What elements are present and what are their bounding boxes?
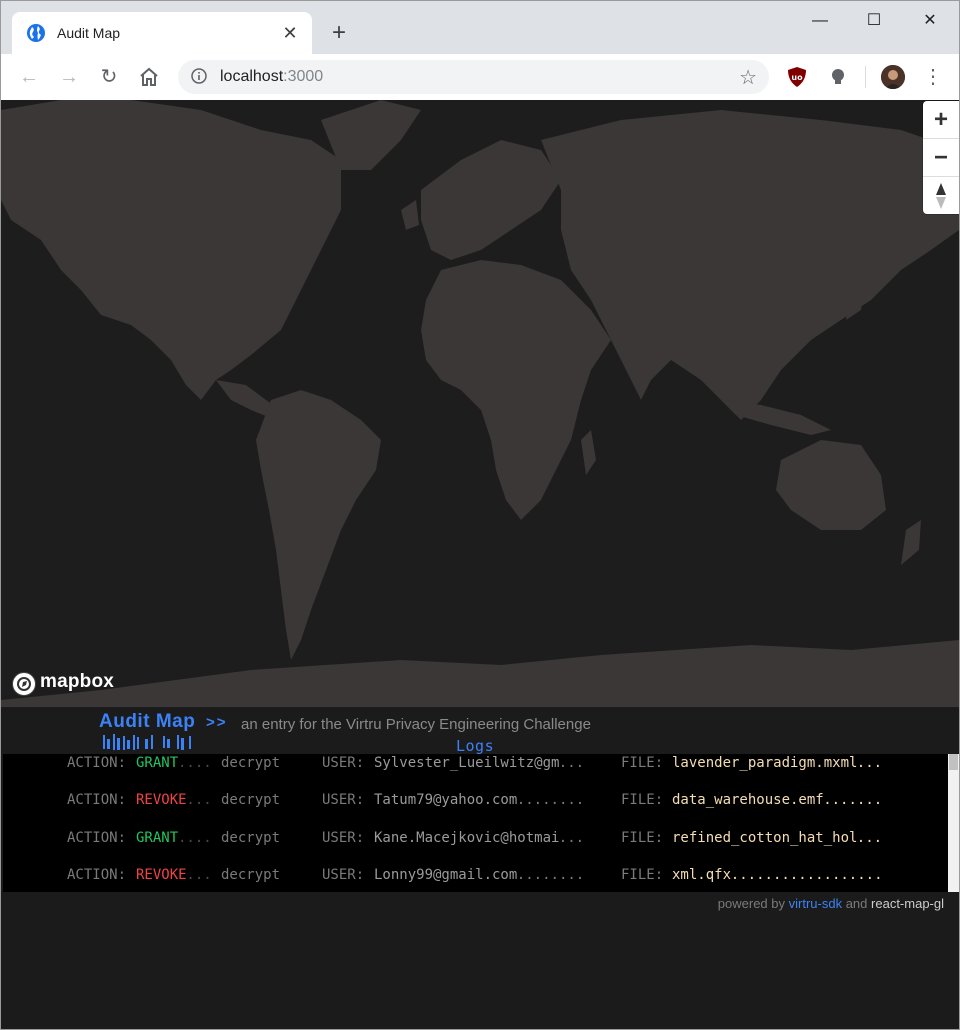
log-action-key: ACTION: [67, 792, 127, 808]
map-navigation-control: + − [923, 101, 959, 214]
log-action-padding: ... [186, 867, 212, 883]
react-map-gl-link[interactable]: react-map-gl [871, 896, 944, 911]
log-file-padding: ... [856, 830, 883, 846]
log-action-value: GRANT [136, 755, 179, 771]
info-icon[interactable] [191, 68, 207, 84]
log-file-padding: .................. [730, 867, 883, 883]
compass-icon [936, 183, 946, 209]
lightbulb-extension-icon[interactable] [827, 66, 849, 88]
header-arrows: >> [206, 714, 228, 731]
log-action-padding: ... [186, 792, 212, 808]
maximize-button[interactable]: ☐ [859, 9, 889, 33]
url-text: localhost:3000 [220, 68, 324, 85]
address-bar[interactable]: localhost:3000 ☆ [178, 60, 769, 94]
log-action-padding: .... [178, 755, 212, 771]
log-user-value: Sylvester_Lueilwitz@gm [374, 755, 560, 771]
app-header: Audit Map >> an entry for the Virtru Pri… [1, 706, 959, 755]
browser-window: Audit Map ✕ + — ☐ ✕ ← → ↻ localhost:3000… [0, 0, 960, 1030]
toolbar-separator [865, 66, 866, 88]
home-icon[interactable] [137, 65, 161, 89]
log-user-padding: ... [558, 755, 585, 771]
powered-by-text: powered by [717, 896, 785, 911]
mapbox-wordmark: mapbox [40, 671, 115, 692]
world-map[interactable] [1, 100, 959, 706]
log-action-key: ACTION: [67, 830, 127, 846]
forward-arrow-icon[interactable]: → [57, 65, 81, 89]
avatar-face-icon [881, 65, 905, 89]
zoom-out-button[interactable]: − [923, 139, 959, 177]
virtru-sdk-link[interactable]: virtru-sdk [789, 896, 842, 911]
log-operation: decrypt [221, 867, 281, 883]
title-bar: Audit Map ✕ + — ☐ ✕ [1, 1, 959, 54]
audit-log-list[interactable]: ACTION: GRANT.... decrypt USER: Sylvester_Lu… [3, 754, 948, 892]
log-file-value: refined_cotton_hat_hol [672, 830, 858, 846]
log-row[interactable]: ACTION: GRANT.... decrypt USER: Kane.Macejko… [3, 830, 948, 850]
profile-avatar[interactable] [881, 65, 905, 89]
log-action-key: ACTION: [67, 867, 127, 883]
log-action-padding: .... [178, 830, 212, 846]
log-user-key: USER: [322, 867, 365, 883]
log-file-value: data_warehouse.emf [672, 792, 824, 808]
browser-toolbar: ← → ↻ localhost:3000 ☆ uo ⋮ [1, 54, 959, 101]
mapbox-icon [12, 672, 36, 696]
log-file-padding: ....... [823, 792, 883, 808]
tab-close-icon[interactable]: ✕ [280, 23, 300, 43]
back-arrow-icon[interactable]: ← [17, 65, 41, 89]
log-file-key: FILE: [621, 830, 664, 846]
log-user-value: Lonny99@gmail.com [374, 867, 518, 883]
log-row[interactable]: ACTION: REVOKE... decrypt USER: Tatum79@yaho… [3, 792, 948, 812]
browser-tab[interactable]: Audit Map ✕ [12, 12, 312, 54]
log-file-key: FILE: [621, 867, 664, 883]
minimize-button[interactable]: — [805, 9, 835, 33]
log-action-value: REVOKE [136, 792, 187, 808]
app-brand-title: Audit Map [99, 711, 196, 732]
log-action-key: ACTION: [67, 755, 127, 771]
log-file-key: FILE: [621, 755, 664, 771]
compass-button[interactable] [923, 177, 959, 214]
log-file-key: FILE: [621, 792, 664, 808]
map-landmass [1, 100, 959, 706]
bookmark-star-icon[interactable]: ☆ [739, 65, 757, 90]
close-window-button[interactable]: ✕ [915, 9, 945, 33]
log-action-value: REVOKE [136, 867, 187, 883]
log-scrollbar[interactable] [948, 754, 959, 892]
globe-favicon-icon [27, 24, 45, 42]
log-user-padding: ........ [516, 792, 585, 808]
logs-label: Logs_ [456, 737, 504, 755]
log-operation: decrypt [221, 792, 281, 808]
log-user-key: USER: [322, 792, 365, 808]
reload-icon[interactable]: ↻ [97, 65, 121, 89]
log-file-padding: ... [856, 755, 883, 771]
zoom-in-button[interactable]: + [923, 101, 959, 139]
brand-glitch-decoration-icon [103, 734, 191, 750]
log-user-value: Kane.Macejkovic@hotmai [374, 830, 560, 846]
browser-menu-icon[interactable]: ⋮ [923, 65, 943, 89]
log-user-padding: ... [558, 830, 585, 846]
log-operation: decrypt [221, 830, 281, 846]
log-user-key: USER: [322, 755, 365, 771]
footer-credits: powered by virtru-sdk and react-map-gl [718, 896, 944, 911]
log-operation: decrypt [221, 755, 281, 771]
log-row[interactable]: ACTION: REVOKE... decrypt USER: Lonny99@gmai… [3, 867, 948, 887]
ublock-shield-icon[interactable]: uo [786, 66, 808, 88]
log-action-value: GRANT [136, 830, 179, 846]
and-text: and [845, 896, 868, 911]
log-scrollbar-thumb[interactable] [949, 754, 958, 770]
log-user-key: USER: [322, 830, 365, 846]
log-row[interactable]: ACTION: GRANT.... decrypt USER: Sylvester_Lu… [3, 755, 948, 775]
log-user-padding: ........ [516, 867, 585, 883]
log-file-value: xml.qfx [672, 867, 732, 883]
tab-title: Audit Map [57, 25, 121, 41]
svg-text:uo: uo [791, 73, 803, 82]
app-tagline: an entry for the Virtru Privacy Engineer… [241, 716, 591, 733]
log-user-value: Tatum79@yahoo.com [374, 792, 518, 808]
new-tab-button[interactable]: + [327, 21, 351, 45]
log-file-value: lavender_paradigm.mxml [672, 755, 858, 771]
